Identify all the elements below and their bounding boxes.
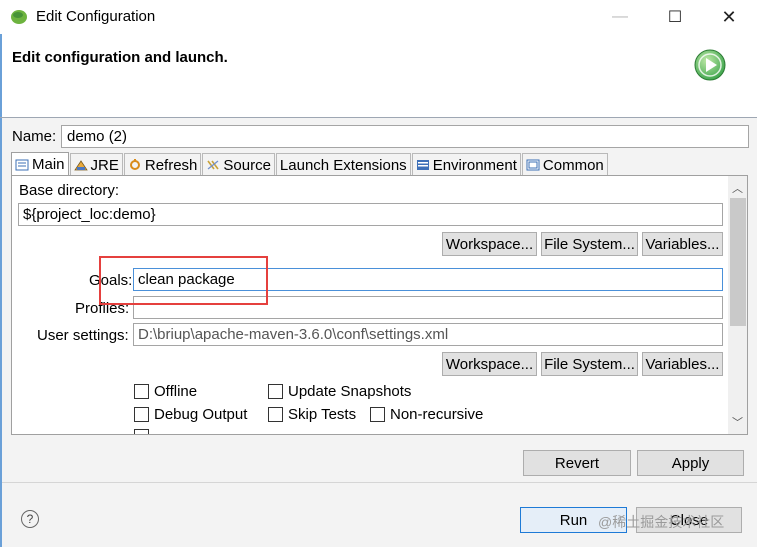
settings-variables-button[interactable]: Variables...	[642, 352, 723, 376]
tab-jre[interactable]: JRE	[69, 153, 123, 175]
settings-workspace-button[interactable]: Workspace...	[442, 352, 537, 376]
tab-common[interactable]: Common	[521, 153, 608, 175]
tab-label: Environment	[432, 156, 517, 174]
checkbox-box[interactable]	[268, 384, 283, 399]
tab-label: Main	[32, 156, 65, 173]
checkbox-box[interactable]	[134, 384, 149, 399]
checkbox-box[interactable]	[268, 407, 283, 422]
scroll-up-arrow-icon[interactable]: ︿	[728, 180, 747, 196]
skip-tests-checkbox[interactable]: Skip Tests	[268, 406, 356, 423]
common-tab-icon	[526, 159, 540, 171]
tab-main[interactable]: Main	[11, 152, 69, 175]
tab-launch-extensions[interactable]: Launch Extensions	[275, 153, 411, 175]
checkbox-label: Non-recursive	[390, 406, 484, 423]
workspace-button[interactable]: Workspace...	[442, 232, 537, 256]
dialog-header	[0, 34, 757, 116]
footer-divider	[2, 482, 757, 483]
checkbox-label: Skip Tests	[288, 406, 357, 423]
user-settings-input[interactable]: D:\briup\apache-maven-3.6.0\conf\setting…	[133, 323, 723, 346]
close-window-button[interactable]: ✕	[706, 0, 752, 34]
environment-tab-icon	[416, 160, 429, 170]
file-system-button[interactable]: File System...	[541, 232, 638, 256]
base-directory-input[interactable]: ${project_loc:demo}	[18, 203, 723, 226]
window-title: Edit Configuration	[36, 8, 156, 25]
header-title: Edit configuration and launch.	[12, 49, 228, 66]
base-directory-label: Base directory:	[19, 182, 120, 199]
minimize-button[interactable]: —	[597, 0, 643, 34]
run-launch-icon	[694, 49, 726, 81]
refresh-tab-icon	[129, 159, 140, 170]
name-input[interactable]: demo (2)	[61, 125, 749, 148]
tab-label: Common	[542, 156, 604, 174]
clipped-checkbox[interactable]	[134, 429, 149, 434]
offline-checkbox[interactable]: Offline	[134, 383, 197, 400]
source-tab-icon	[207, 160, 220, 170]
checkbox-box[interactable]	[134, 407, 149, 422]
checkbox-label: Debug Output	[154, 406, 248, 423]
tab-source[interactable]: Source	[202, 153, 275, 175]
jre-tab-icon	[73, 160, 88, 171]
checkbox-box[interactable]	[370, 407, 385, 422]
tab-label: Launch Extensions	[279, 156, 407, 174]
tab-bar: Main JRE Refresh Source Launch Extension…	[11, 152, 609, 175]
help-icon[interactable]: ?	[21, 510, 39, 528]
name-label: Name:	[12, 128, 57, 145]
scroll-down-arrow-icon[interactable]: ﹀	[728, 414, 747, 430]
variables-button[interactable]: Variables...	[642, 232, 723, 256]
maximize-button[interactable]: ☐	[652, 0, 698, 34]
main-tab-icon	[15, 159, 29, 170]
tab-label: JRE	[90, 156, 119, 174]
eclipse-leaf-icon	[11, 10, 27, 24]
apply-button[interactable]: Apply	[637, 450, 744, 476]
update-snapshots-checkbox[interactable]: Update Snapshots	[268, 383, 411, 400]
non-recursive-checkbox[interactable]: Non-recursive	[370, 406, 483, 423]
checkbox-label: Update Snapshots	[288, 383, 412, 400]
tab-label: Refresh	[144, 156, 198, 174]
scrollbar-thumb[interactable]	[730, 198, 746, 326]
debug-output-checkbox[interactable]: Debug Output	[134, 406, 247, 423]
tab-environment[interactable]: Environment	[411, 153, 521, 175]
tab-label: Source	[223, 156, 271, 174]
settings-file-system-button[interactable]: File System...	[541, 352, 638, 376]
watermark: @稀土掘金技术社区	[598, 514, 725, 530]
user-settings-label: User settings:	[37, 327, 129, 344]
goals-highlight-box	[99, 256, 268, 305]
revert-button[interactable]: Revert	[523, 450, 631, 476]
tab-refresh[interactable]: Refresh	[123, 153, 202, 175]
checkbox-label: Offline	[154, 383, 198, 400]
